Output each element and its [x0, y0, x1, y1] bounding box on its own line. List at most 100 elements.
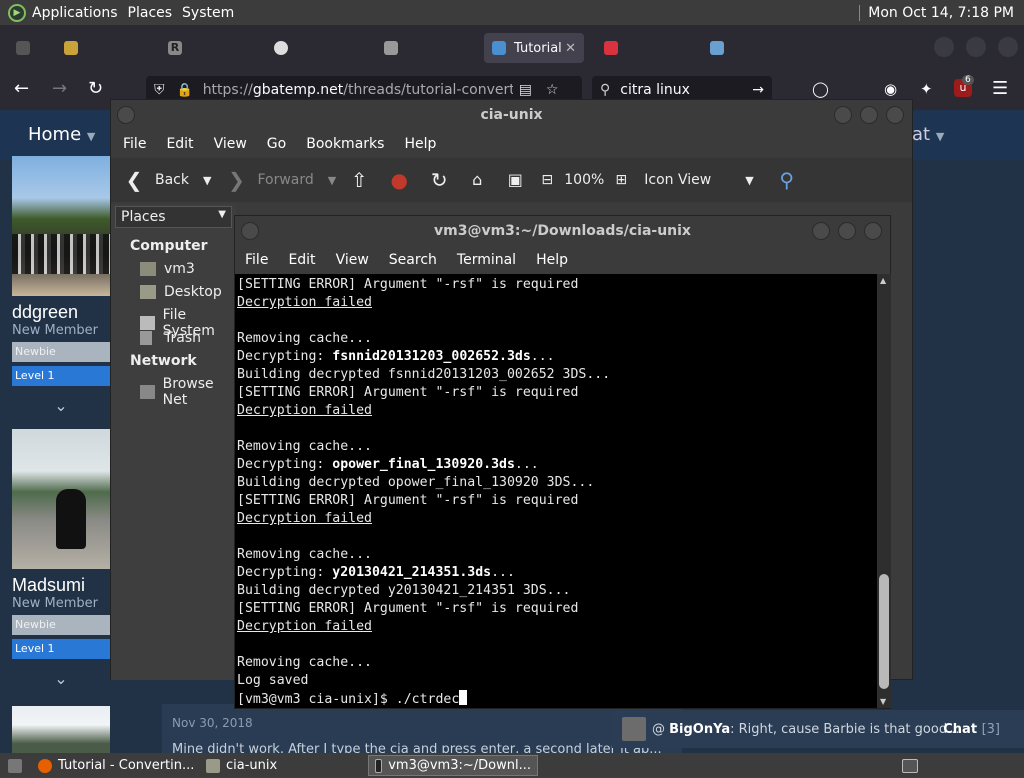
show-desktop-button[interactable]	[2, 755, 34, 776]
browser-tab-6[interactable]	[596, 33, 634, 63]
terminal-line: Decryption failed	[237, 619, 372, 634]
taskbar-item-file-manager[interactable]: cia-unix	[200, 755, 283, 776]
avatar[interactable]	[12, 156, 110, 296]
menu-view[interactable]: View	[214, 136, 247, 152]
menu-go[interactable]: Go	[267, 136, 286, 152]
close-button[interactable]	[886, 106, 904, 124]
places-dropdown[interactable]: Places ▼	[115, 206, 232, 228]
window-titlebar[interactable]: cia-unix	[111, 100, 912, 130]
chevron-down-icon[interactable]: ▼	[203, 174, 211, 187]
menu-file[interactable]: File	[123, 136, 146, 152]
browser-tab-7[interactable]	[702, 33, 740, 63]
post-date[interactable]: Nov 30, 2018	[172, 716, 253, 730]
chevron-down-icon[interactable]: ▼	[328, 174, 336, 187]
shield-icon[interactable]: ⛨	[154, 82, 165, 98]
browser-tab-1[interactable]	[8, 33, 46, 63]
clock-text: Mon Oct 14, 7:18 PM	[868, 4, 1014, 21]
bookmark-star-icon[interactable]: ☆	[546, 82, 559, 98]
view-mode-select[interactable]: Icon View ▼	[644, 172, 753, 188]
back-button[interactable]: ❮ Back ▼	[123, 169, 212, 191]
back-arrow-icon[interactable]: ←	[14, 78, 29, 99]
minimize-button[interactable]	[834, 106, 852, 124]
browser-tab-active[interactable]: Tutorial ✕	[484, 33, 584, 63]
browser-tab-3[interactable]: R	[160, 33, 198, 63]
menu-search[interactable]: Search	[389, 252, 437, 268]
clock-applet[interactable]: Mon Oct 14, 7:18 PM	[859, 0, 1014, 25]
window-titlebar[interactable]: vm3@vm3:~/Downloads/cia-unix	[235, 216, 890, 246]
browser-maximize-button[interactable]	[966, 37, 986, 57]
minimize-button[interactable]	[812, 222, 830, 240]
search-icon[interactable]: ⚲	[776, 169, 798, 191]
pocket-icon[interactable]: ◯	[812, 80, 829, 98]
browser-tab-2[interactable]	[56, 33, 94, 63]
terminal-output[interactable]: [SETTING ERROR] Argument "-rsf" is requi…	[235, 274, 877, 708]
scroll-down-icon[interactable]: ▼	[880, 697, 886, 706]
system-menu[interactable]: System	[182, 5, 234, 21]
menu-help[interactable]: Help	[404, 136, 436, 152]
reload-icon[interactable]: ↻	[428, 169, 450, 191]
username[interactable]: Madsumi	[12, 575, 110, 596]
window-menu-button[interactable]	[241, 222, 259, 240]
search-input[interactable]: citra linux	[620, 82, 690, 98]
chevron-down-icon[interactable]: ⌄	[12, 396, 110, 415]
sidebar-item-vm3[interactable]: vm3	[140, 261, 195, 277]
extensions-icon[interactable]: ✦	[920, 80, 933, 98]
nav-link-chat[interactable]: at ▼	[912, 124, 944, 145]
browser-tab-5[interactable]	[376, 33, 414, 63]
places-menu[interactable]: Places	[128, 5, 173, 21]
browser-minimize-button[interactable]	[934, 37, 954, 57]
workspace-switcher[interactable]	[896, 755, 930, 776]
sidebar-item-browse-network[interactable]: Browse Net	[140, 376, 236, 408]
taskbar-item-terminal[interactable]: vm3@vm3:~/Downl...	[368, 755, 538, 776]
taskbar-item-firefox[interactable]: Tutorial - Convertin...	[32, 755, 200, 776]
reader-view-icon[interactable]: ▤	[519, 82, 532, 98]
command-input[interactable]: ./ctrdec	[396, 692, 460, 707]
maximize-button[interactable]	[838, 222, 856, 240]
chevron-down-icon: ▼	[86, 130, 96, 143]
menu-view[interactable]: View	[336, 252, 369, 268]
avatar[interactable]	[12, 706, 110, 753]
zoom-out-icon[interactable]: ⊟	[536, 169, 558, 191]
home-nav-link[interactable]: Home ▼	[28, 124, 95, 145]
folder-icon	[140, 285, 156, 299]
scrollbar[interactable]: ▲ ▼	[877, 274, 891, 708]
close-button[interactable]	[864, 222, 882, 240]
stop-icon[interactable]: ●	[388, 169, 410, 191]
browser-tab-4[interactable]	[266, 33, 304, 63]
sidebar-item-desktop[interactable]: Desktop	[140, 284, 222, 300]
forward-arrow-icon[interactable]: →	[52, 78, 67, 99]
menu-file[interactable]: File	[245, 252, 268, 268]
up-arrow-icon[interactable]: ⇧	[348, 169, 370, 191]
account-icon[interactable]: ◉	[884, 80, 897, 98]
window-menu-button[interactable]	[117, 106, 135, 124]
browser-close-button[interactable]	[998, 37, 1018, 57]
zoom-in-icon[interactable]: ⊞	[610, 169, 632, 191]
folder-icon	[16, 41, 30, 55]
sidebar-item-trash[interactable]: Trash	[140, 330, 201, 346]
go-arrow-icon[interactable]: →	[752, 82, 764, 98]
forward-button[interactable]: ❯ Forward ▼	[225, 169, 336, 191]
reload-icon[interactable]: ↻	[88, 78, 103, 99]
home-folder-icon[interactable]: ⌂	[466, 169, 488, 191]
menu-help[interactable]: Help	[536, 252, 568, 268]
maximize-button[interactable]	[860, 106, 878, 124]
chevron-down-icon[interactable]: ⌄	[12, 669, 110, 688]
newbie-badge: Newbie	[12, 615, 110, 635]
chat-username[interactable]: BigOnYa	[669, 722, 730, 737]
scroll-up-icon[interactable]: ▲	[880, 276, 886, 285]
username[interactable]: ddgreen	[12, 302, 110, 323]
menu-terminal[interactable]: Terminal	[457, 252, 516, 268]
chat-bar[interactable]: @ BigOnYa: Right, cause Barbie is that g…	[612, 710, 1024, 748]
computer-icon[interactable]: ▣	[504, 169, 526, 191]
menu-edit[interactable]: Edit	[166, 136, 193, 152]
chat-toggle[interactable]: Chat [3]	[943, 722, 1000, 737]
lock-icon[interactable]: 🔒	[177, 83, 193, 98]
close-tab-icon[interactable]: ✕	[565, 41, 576, 56]
menu-edit[interactable]: Edit	[288, 252, 315, 268]
menu-bookmarks[interactable]: Bookmarks	[306, 136, 384, 152]
scrollbar-thumb[interactable]	[879, 574, 889, 689]
hamburger-menu-icon[interactable]: ☰	[992, 78, 1008, 99]
applications-menu[interactable]: ▶ Applications	[8, 3, 118, 22]
avatar[interactable]	[12, 429, 110, 569]
